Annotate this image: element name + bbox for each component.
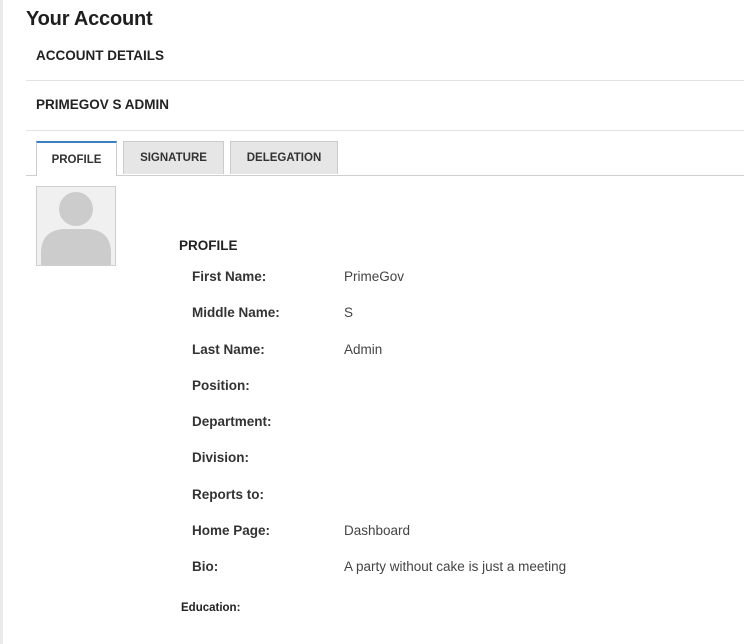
account-details-heading: ACCOUNT DETAILS [36,48,164,63]
bio-value: A party without cake is just a meeting [344,559,567,574]
left-rail [0,0,3,644]
middle-name-label: Middle Name: [192,305,280,320]
tab-delegation[interactable]: DELEGATION [230,141,338,174]
tab-signature[interactable]: SIGNATURE [123,141,224,174]
home-page-value: Dashboard [344,523,411,538]
avatar [36,186,116,266]
middle-name-value: S [344,305,354,320]
division-label: Division: [192,450,250,465]
first-name-label: First Name: [192,269,267,284]
divider [26,130,744,131]
tab-bar: PROFILE SIGNATURE DELEGATION [26,141,744,176]
tab-profile[interactable]: PROFILE [36,141,117,176]
home-page-label: Home Page: [192,523,271,538]
first-name-value: PrimeGov [344,269,405,284]
department-label: Department: [192,414,272,429]
profile-heading: PROFILE [179,238,238,253]
page-title: Your Account [26,8,153,30]
bio-label: Bio: [192,559,219,574]
last-name-value: Admin [344,342,383,357]
user-name-heading: PRIMEGOV S ADMIN [36,97,170,112]
user-placeholder-icon [41,192,111,265]
divider [26,80,744,81]
last-name-label: Last Name: [192,342,265,357]
education-label: Education: [181,602,241,614]
position-label: Position: [192,378,250,393]
reports-to-label: Reports to: [192,487,264,502]
